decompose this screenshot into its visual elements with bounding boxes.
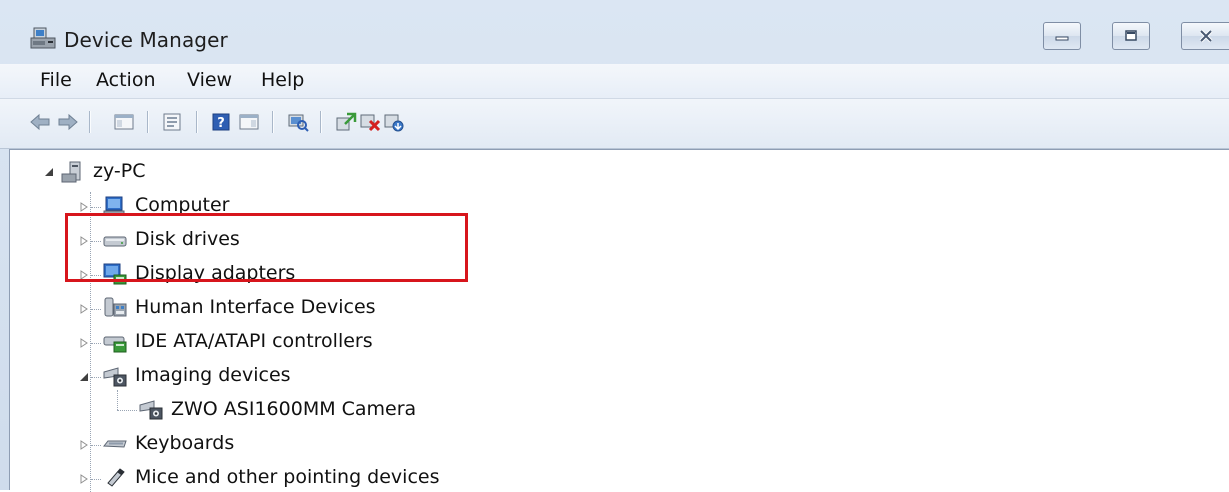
camera-icon	[103, 367, 127, 387]
update-driver-icon	[336, 112, 357, 131]
computer-tower-icon	[61, 161, 81, 183]
keyboards-expander[interactable]	[78, 439, 90, 451]
expanded-triangle-icon	[80, 373, 88, 381]
uninstall-device-button[interactable]	[382, 110, 406, 134]
imaging-devices-expander[interactable]	[78, 371, 90, 383]
maximize-button[interactable]	[1112, 22, 1150, 50]
scan-hardware-button[interactable]	[286, 110, 310, 134]
toolbar-separator	[196, 111, 198, 133]
collapsed-triangle-icon	[80, 270, 88, 280]
disk-drives-expander[interactable]	[78, 235, 90, 247]
menu-file[interactable]: File	[36, 69, 76, 91]
back-button[interactable]	[28, 110, 52, 134]
expanded-triangle-icon	[45, 168, 53, 176]
toolbar-separator	[320, 111, 322, 133]
tree-item-mice[interactable]: Mice and other pointing devices	[135, 466, 439, 488]
tree-item-keyboards[interactable]: Keyboards	[135, 432, 234, 454]
svg-text:?: ?	[217, 116, 225, 131]
tree-item-computer[interactable]: Computer	[135, 194, 229, 216]
toolbar-separator	[272, 111, 274, 133]
toolbar-separator	[89, 111, 91, 133]
collapsed-triangle-icon	[80, 202, 88, 212]
device-manager-window: Device Manager File Action View Help ? z…	[0, 0, 1229, 492]
collapsed-triangle-icon	[80, 474, 88, 484]
tree-item-ide-controllers[interactable]: IDE ATA/ATAPI controllers	[135, 330, 373, 352]
tree-connector	[91, 343, 101, 345]
mouse-icon	[107, 468, 125, 487]
toolbar: ?	[0, 99, 1229, 149]
menu-bar: File Action View Help	[0, 64, 1229, 99]
tree-item-imaging-devices[interactable]: Imaging devices	[135, 364, 291, 386]
keyboard-icon	[102, 440, 127, 448]
forward-arrow-icon	[58, 113, 78, 131]
display-adapter-icon	[103, 263, 127, 285]
close-icon	[1199, 29, 1212, 43]
window-title: Device Manager	[64, 28, 228, 52]
update-driver-button[interactable]	[334, 110, 358, 134]
root-expander[interactable]	[43, 166, 55, 178]
tree-connector	[91, 275, 101, 277]
collapsed-triangle-icon	[80, 304, 88, 314]
hid-icon	[104, 297, 127, 317]
tree-connector	[91, 241, 101, 243]
help-button[interactable]: ?	[209, 110, 233, 134]
menu-action[interactable]: Action	[92, 69, 160, 91]
tree-item-human-interface-devices[interactable]: Human Interface Devices	[135, 296, 376, 318]
tree-connector	[91, 445, 101, 447]
tree-connector	[117, 390, 119, 410]
computer-icon	[103, 196, 125, 216]
collapsed-triangle-icon	[80, 440, 88, 450]
properties-icon	[163, 113, 181, 131]
back-arrow-icon	[30, 113, 50, 131]
tree-connector	[91, 309, 101, 311]
camera-icon	[139, 400, 163, 420]
mice-expander[interactable]	[78, 473, 90, 485]
show-hide-console-tree-icon	[114, 114, 134, 130]
tree-item-disk-drives[interactable]: Disk drives	[135, 228, 240, 250]
device-manager-icon	[30, 27, 56, 49]
console-tree-button[interactable]	[112, 110, 136, 134]
scan-hardware-icon	[288, 114, 309, 132]
tree-connector	[91, 207, 101, 209]
disable-device-button[interactable]	[358, 110, 382, 134]
ide-expander[interactable]	[78, 337, 90, 349]
tree-connector	[91, 377, 101, 379]
menu-view[interactable]: View	[183, 69, 236, 91]
menu-help[interactable]: Help	[257, 69, 308, 91]
minimize-button[interactable]	[1043, 22, 1081, 50]
tree-connector	[117, 410, 137, 412]
maximize-icon	[1125, 30, 1137, 41]
help-icon: ?	[212, 113, 230, 131]
tree-root-label[interactable]: zy-PC	[93, 160, 145, 182]
show-action-pane-icon	[239, 114, 259, 130]
forward-button[interactable]	[56, 110, 80, 134]
uninstall-device-icon	[384, 114, 404, 132]
tree-connector	[90, 192, 92, 492]
hid-expander[interactable]	[78, 303, 90, 315]
properties-button[interactable]	[160, 110, 184, 134]
collapsed-triangle-icon	[80, 338, 88, 348]
device-tree[interactable]: zy-PC Computer Disk drives Display adapt…	[9, 149, 1229, 492]
collapsed-triangle-icon	[80, 236, 88, 246]
tree-connector	[91, 479, 101, 481]
action-pane-button[interactable]	[237, 110, 261, 134]
tree-item-zwo-camera[interactable]: ZWO ASI1600MM Camera	[171, 398, 416, 420]
toolbar-separator	[147, 111, 149, 133]
ide-controller-icon	[103, 336, 127, 353]
tree-item-display-adapters[interactable]: Display adapters	[135, 262, 295, 284]
minimize-icon	[1055, 36, 1069, 41]
disable-device-icon	[360, 114, 381, 132]
close-button[interactable]	[1181, 22, 1229, 50]
title-bar[interactable]: Device Manager	[0, 0, 1229, 64]
computer-expander[interactable]	[78, 201, 90, 213]
display-adapters-expander[interactable]	[78, 269, 90, 281]
disk-drive-icon	[103, 236, 127, 247]
